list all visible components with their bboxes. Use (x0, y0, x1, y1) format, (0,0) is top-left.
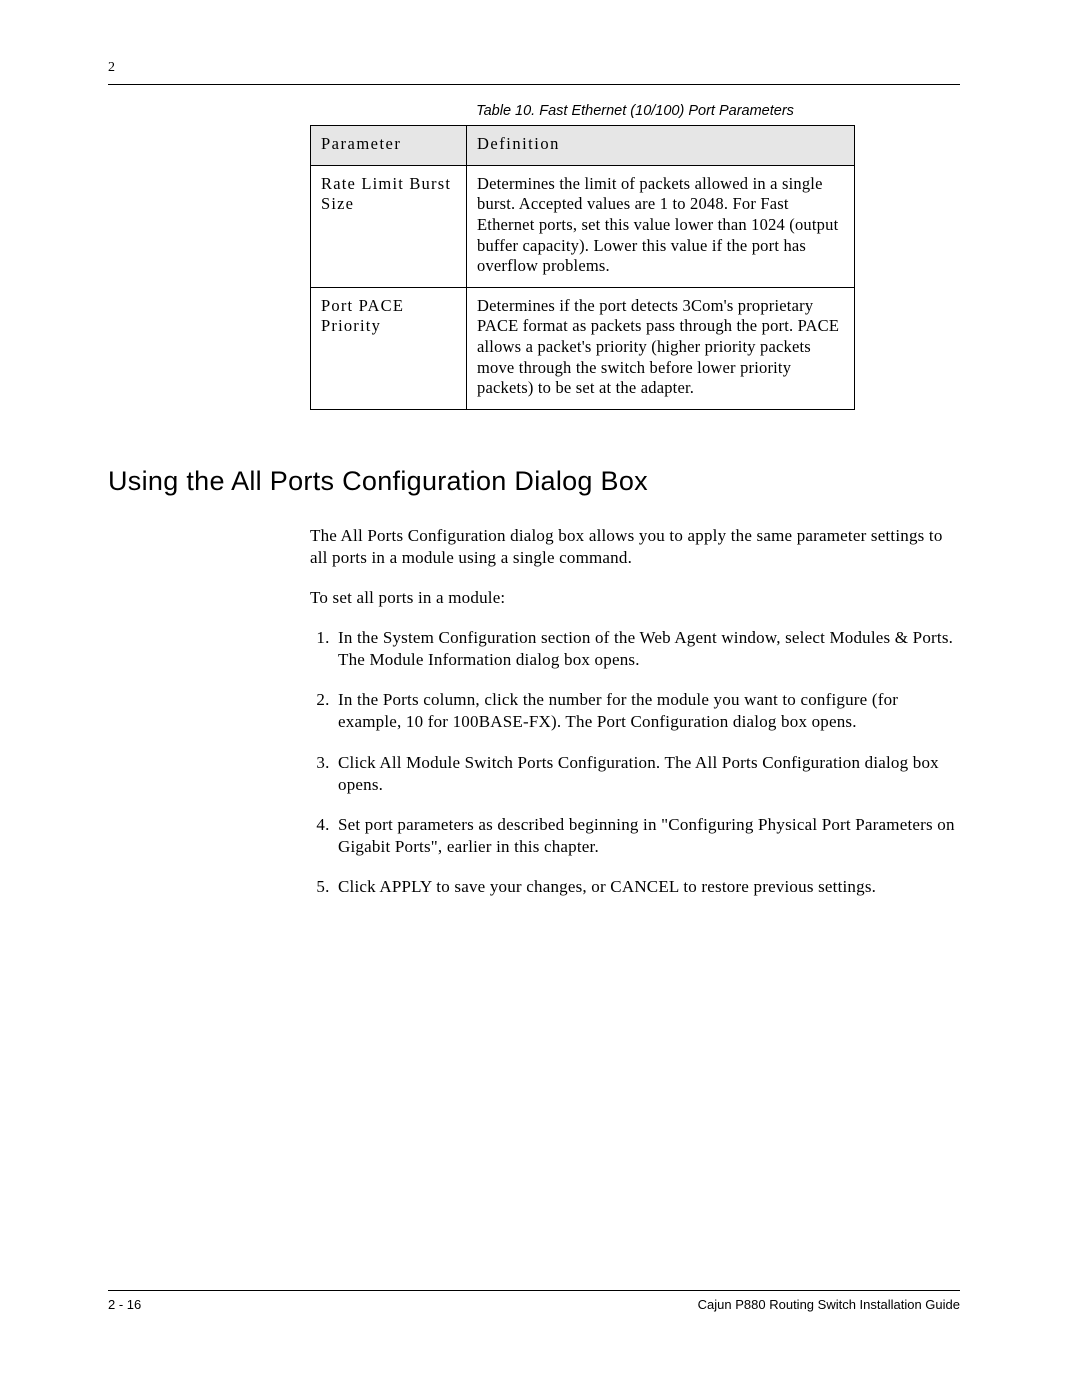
section-heading: Using the All Ports Configuration Dialog… (108, 466, 960, 497)
param-name-cell: Port PACE Priority (311, 287, 467, 409)
param-name-cell: Rate Limit Burst Size (311, 165, 467, 287)
intro-paragraph: The All Ports Configuration dialog box a… (310, 525, 960, 569)
doc-title: Cajun P880 Routing Switch Installation G… (698, 1297, 960, 1312)
param-def-cell: Determines if the port detects 3Com's pr… (467, 287, 855, 409)
table-caption: Table 10. Fast Ethernet (10/100) Port Pa… (310, 103, 960, 119)
lead-in-text: To set all ports in a module: (310, 587, 960, 609)
footer-rule (108, 1290, 960, 1291)
parameters-table: Parameter Definition Rate Limit Burst Si… (310, 125, 855, 410)
col-header-parameter: Parameter (311, 126, 467, 166)
list-item: Click All Module Switch Ports Configurat… (334, 752, 960, 796)
section-body: The All Ports Configuration dialog box a… (310, 525, 960, 898)
col-header-definition: Definition (467, 126, 855, 166)
table-block: Table 10. Fast Ethernet (10/100) Port Pa… (310, 103, 960, 410)
param-def-cell: Determines the limit of packets allowed … (467, 165, 855, 287)
header-rule (108, 84, 960, 85)
table-row: Port PACE Priority Determines if the por… (311, 287, 855, 409)
document-page: 2 Table 10. Fast Ethernet (10/100) Port … (0, 0, 1080, 1397)
page-number: 2 - 16 (108, 1297, 141, 1312)
chapter-number: 2 (108, 60, 960, 76)
list-item: Click APPLY to save your changes, or CAN… (334, 876, 960, 898)
steps-list: In the System Configuration section of t… (310, 627, 960, 898)
page-footer: 2 - 16 Cajun P880 Routing Switch Install… (108, 1290, 960, 1312)
table-row: Rate Limit Burst Size Determines the lim… (311, 165, 855, 287)
table-header-row: Parameter Definition (311, 126, 855, 166)
list-item: In the Ports column, click the number fo… (334, 689, 960, 733)
list-item: Set port parameters as described beginni… (334, 814, 960, 858)
list-item: In the System Configuration section of t… (334, 627, 960, 671)
